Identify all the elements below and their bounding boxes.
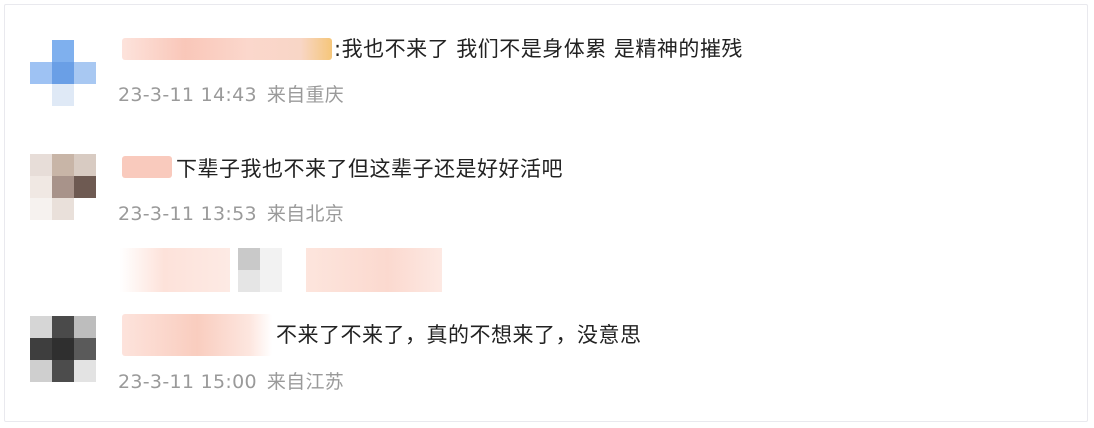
comment-time: 23-3-11 15:00: [118, 371, 257, 393]
comment-meta: 23-3-11 13:53 来自北京: [118, 202, 344, 226]
comment-meta: 23-3-11 14:43 来自重庆: [118, 83, 344, 107]
comment-location: 来自江苏: [266, 371, 345, 393]
blurred-reply-row: [120, 248, 450, 292]
comment-time: 23-3-11 13:53: [118, 203, 257, 225]
avatar[interactable]: [30, 40, 96, 106]
comment-text: 下辈子我也不来了但这辈子还是好好活吧: [176, 157, 563, 181]
username-blurred[interactable]: [122, 156, 172, 178]
comment-text: 不来了不来了，真的不想来了，没意思: [276, 323, 642, 347]
comment-text: :我也不来了 我们不是身体累 是精神的摧残: [334, 37, 743, 61]
avatar[interactable]: [30, 154, 96, 220]
comment-location: 来自北京: [266, 203, 345, 225]
comment-location: 来自重庆: [266, 84, 345, 106]
comment-time: 23-3-11 14:43: [118, 84, 257, 106]
username-blurred[interactable]: [122, 314, 272, 356]
comment-meta: 23-3-11 15:00 来自江苏: [118, 370, 344, 394]
username-blurred[interactable]: [122, 38, 332, 60]
avatar[interactable]: [30, 316, 96, 382]
